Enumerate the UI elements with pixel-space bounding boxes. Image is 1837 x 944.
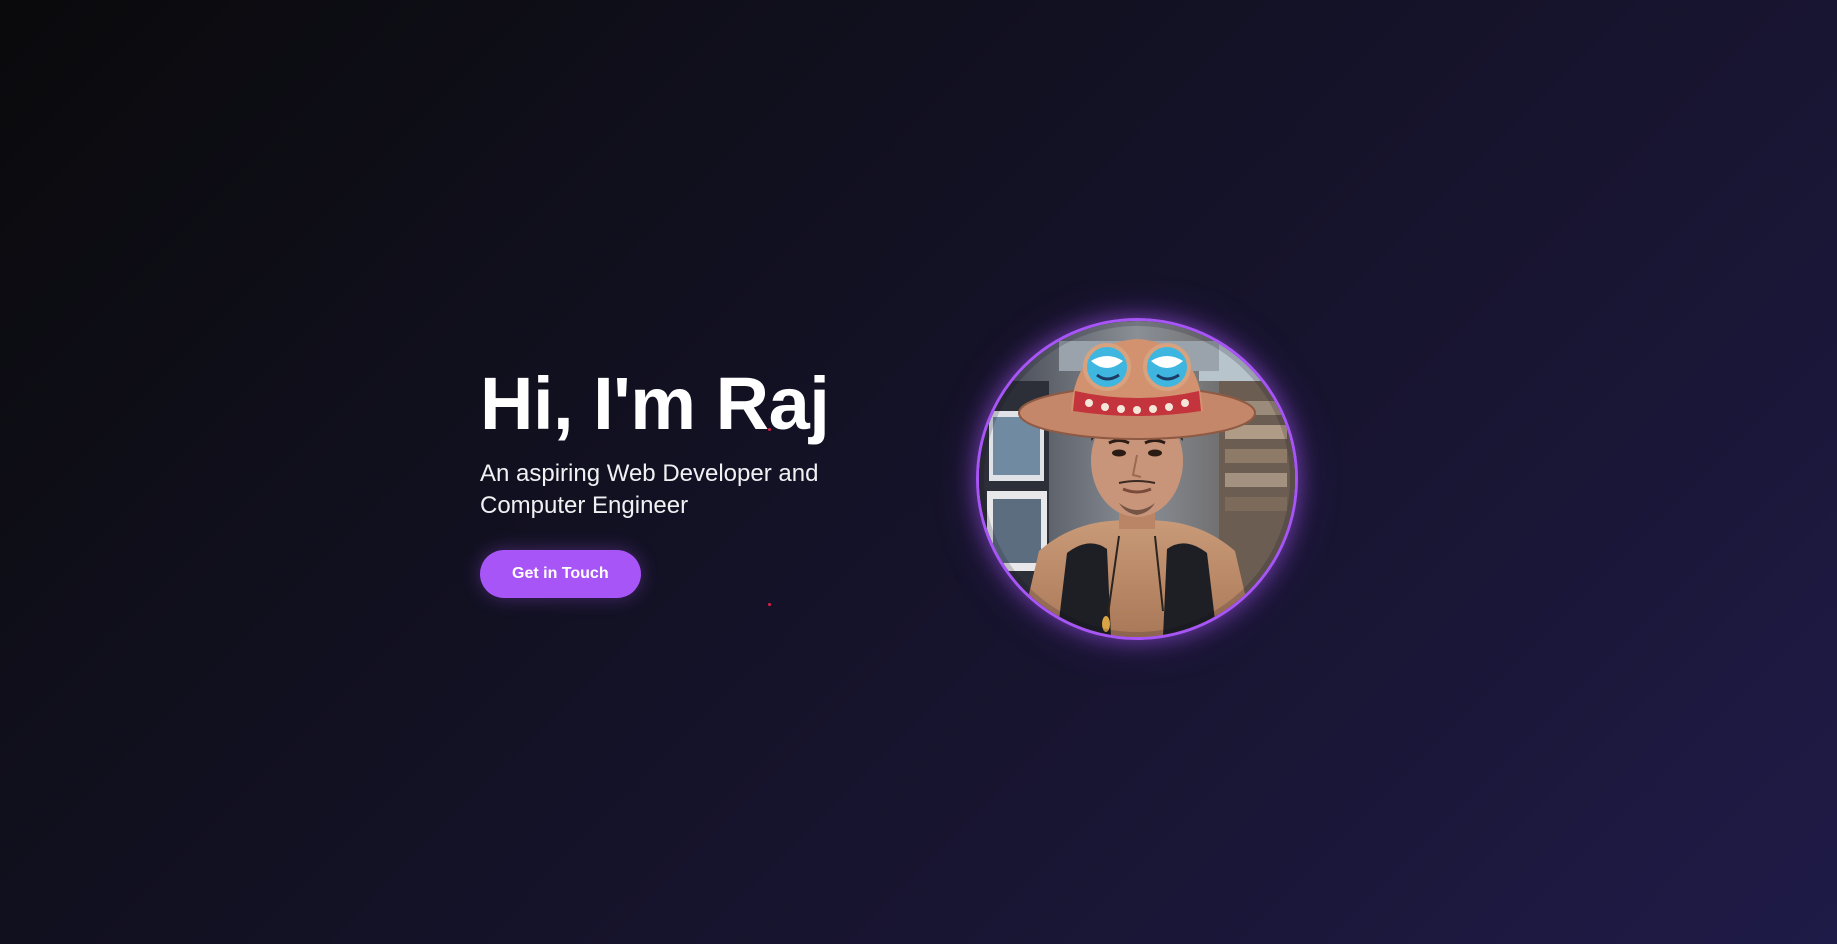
hero-section: Hi, I'm Raj An aspiring Web Developer an…: [0, 0, 1837, 944]
get-in-touch-button[interactable]: Get in Touch: [480, 550, 641, 598]
cursor-dot: [768, 428, 771, 431]
hero-intro: Hi, I'm Raj An aspiring Web Developer an…: [480, 360, 880, 598]
profile-photo-image: [979, 321, 1295, 637]
cursor-dot: [768, 603, 771, 606]
hero-headline: Hi, I'm Raj: [480, 362, 830, 445]
hero-tagline: An aspiring Web Developer and Computer E…: [480, 460, 819, 519]
profile-photo: [976, 318, 1298, 640]
